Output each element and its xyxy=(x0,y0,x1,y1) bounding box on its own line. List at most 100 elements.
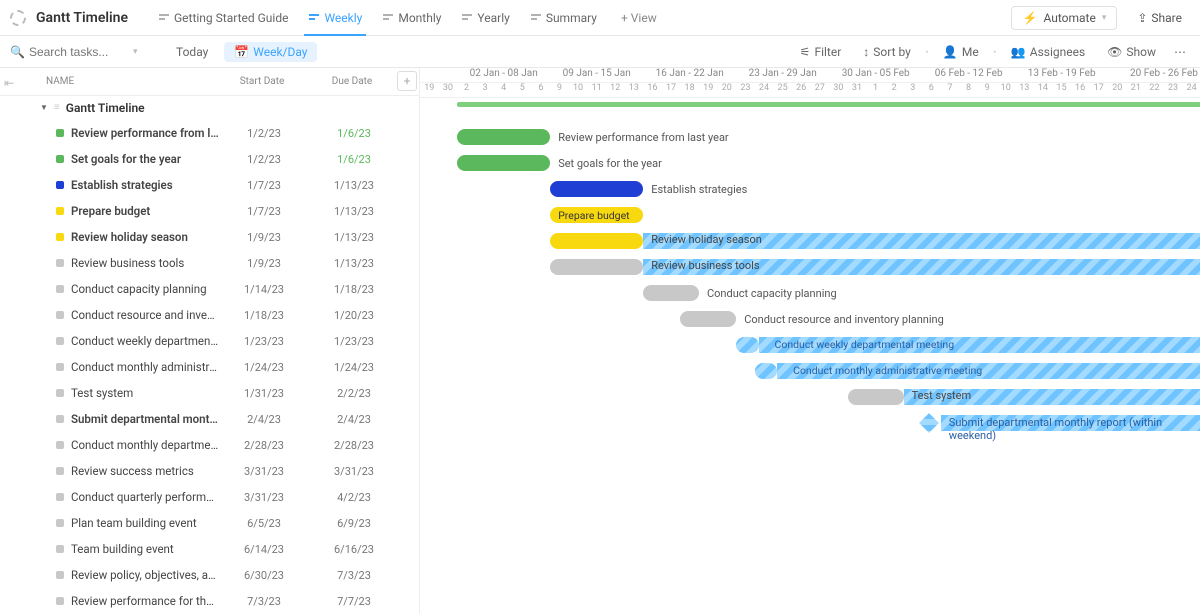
task-row[interactable]: Review performance from last year1/2/231… xyxy=(0,120,419,146)
task-row[interactable]: Test system1/31/232/2/23 xyxy=(0,380,419,406)
summary-bar[interactable] xyxy=(457,102,1200,107)
task-row[interactable]: Conduct weekly departmental me...1/23/23… xyxy=(0,328,419,354)
start-date[interactable]: 3/31/23 xyxy=(219,491,309,504)
status-dot xyxy=(56,311,64,319)
add-view-button[interactable]: + View xyxy=(611,11,667,25)
task-row[interactable]: Establish strategies1/7/231/13/23 xyxy=(0,172,419,198)
today-button[interactable]: Today xyxy=(166,42,218,62)
task-row[interactable]: Review holiday season1/9/231/13/23 xyxy=(0,224,419,250)
due-date[interactable]: 2/2/23 xyxy=(309,387,399,400)
milestone-diamond[interactable] xyxy=(919,413,939,433)
due-date[interactable]: 1/13/23 xyxy=(309,231,399,244)
task-row[interactable]: Conduct capacity planning1/14/231/18/23 xyxy=(0,276,419,302)
group-row[interactable]: ▼ ≡ Gantt Timeline xyxy=(0,96,419,120)
gantt-bar[interactable]: Set goals for the year xyxy=(457,155,550,171)
start-date[interactable]: 1/14/23 xyxy=(219,283,309,296)
task-row[interactable]: Conduct quarterly performance m...3/31/2… xyxy=(0,484,419,510)
due-date[interactable]: 6/9/23 xyxy=(309,517,399,530)
start-date[interactable]: 2/28/23 xyxy=(219,439,309,452)
start-date[interactable]: 1/2/23 xyxy=(219,127,309,140)
start-date[interactable]: 6/14/23 xyxy=(219,543,309,556)
more-menu[interactable]: ⋯ xyxy=(1170,45,1190,59)
gantt-bar[interactable] xyxy=(755,363,777,379)
sort-button[interactable]: ↕Sort by xyxy=(855,45,919,59)
start-date[interactable]: 1/9/23 xyxy=(219,257,309,270)
caret-down-icon[interactable]: ▼ xyxy=(40,103,48,112)
due-date[interactable]: 7/7/23 xyxy=(309,595,399,608)
start-date[interactable]: 6/30/23 xyxy=(219,569,309,582)
chevron-down-icon[interactable]: ▾ xyxy=(133,47,138,57)
gantt-bar[interactable] xyxy=(736,337,758,353)
task-row[interactable]: Plan team building event6/5/236/9/23 xyxy=(0,510,419,536)
task-row[interactable]: Set goals for the year1/2/231/6/23 xyxy=(0,146,419,172)
gantt-panel[interactable]: 02 Jan - 08 Jan09 Jan - 15 Jan16 Jan - 2… xyxy=(420,68,1200,614)
due-date[interactable]: 1/23/23 xyxy=(309,335,399,348)
tab-monthly[interactable]: Monthly xyxy=(372,0,451,36)
due-date[interactable]: 4/2/23 xyxy=(309,491,399,504)
status-dot xyxy=(56,285,64,293)
start-date[interactable]: 1/7/23 xyxy=(219,205,309,218)
due-date[interactable]: 1/13/23 xyxy=(309,179,399,192)
due-date[interactable]: 1/6/23 xyxy=(309,153,399,166)
due-date[interactable]: 1/13/23 xyxy=(309,205,399,218)
me-button[interactable]: 👤Me xyxy=(935,45,987,59)
due-date[interactable]: 1/6/23 xyxy=(309,127,399,140)
task-row[interactable]: Prepare budget1/7/231/13/23 xyxy=(0,198,419,224)
column-start-date[interactable]: Start Date xyxy=(217,76,307,87)
start-date[interactable]: 1/18/23 xyxy=(219,309,309,322)
start-date[interactable]: 2/4/23 xyxy=(219,413,309,426)
due-date[interactable]: 3/31/23 xyxy=(309,465,399,478)
task-row[interactable]: Team building event6/14/236/16/23 xyxy=(0,536,419,562)
add-column-button[interactable]: + xyxy=(397,71,417,91)
due-date[interactable]: 1/13/23 xyxy=(309,257,399,270)
task-row[interactable]: Submit departmental monthly re...2/4/232… xyxy=(0,406,419,432)
due-date[interactable]: 2/28/23 xyxy=(309,439,399,452)
gantt-bar[interactable]: Prepare budget xyxy=(550,207,643,223)
filter-button[interactable]: ⚟Filter xyxy=(792,45,850,59)
due-date[interactable]: 2/4/23 xyxy=(309,413,399,426)
start-date[interactable]: 1/31/23 xyxy=(219,387,309,400)
column-due-date[interactable]: Due Date xyxy=(307,76,397,87)
start-date[interactable]: 1/24/23 xyxy=(219,361,309,374)
gantt-bar[interactable]: Conduct resource and inventory planning xyxy=(680,311,736,327)
tab-getting-started-guide[interactable]: Getting Started Guide xyxy=(148,0,298,36)
due-date[interactable]: 1/20/23 xyxy=(309,309,399,322)
start-date[interactable]: 7/3/23 xyxy=(219,595,309,608)
show-button[interactable]: 👁Show xyxy=(1099,45,1164,59)
gantt-bar[interactable] xyxy=(848,389,904,405)
start-date[interactable]: 1/9/23 xyxy=(219,231,309,244)
share-button[interactable]: ⇪ Share xyxy=(1129,7,1190,29)
view-icon xyxy=(461,12,473,24)
start-date[interactable]: 1/7/23 xyxy=(219,179,309,192)
tab-weekly[interactable]: Weekly xyxy=(298,0,372,36)
start-date[interactable]: 3/31/23 xyxy=(219,465,309,478)
assignees-button[interactable]: 👥Assignees xyxy=(1003,45,1093,59)
task-name: Conduct monthly departmental m... xyxy=(71,438,219,452)
gantt-bar[interactable]: Conduct capacity planning xyxy=(643,285,699,301)
task-row[interactable]: Review success metrics3/31/233/31/23 xyxy=(0,458,419,484)
gantt-bar[interactable] xyxy=(550,259,643,275)
task-row[interactable]: Review business tools1/9/231/13/23 xyxy=(0,250,419,276)
due-date[interactable]: 6/16/23 xyxy=(309,543,399,556)
tab-summary[interactable]: Summary xyxy=(520,0,607,36)
start-date[interactable]: 6/5/23 xyxy=(219,517,309,530)
due-date[interactable]: 1/24/23 xyxy=(309,361,399,374)
tab-yearly[interactable]: Yearly xyxy=(451,0,519,36)
task-row[interactable]: Conduct monthly departmental m...2/28/23… xyxy=(0,432,419,458)
automate-button[interactable]: ⚡ Automate ▾ xyxy=(1011,6,1117,30)
start-date[interactable]: 1/2/23 xyxy=(219,153,309,166)
task-row[interactable]: Conduct monthly administrative m...1/24/… xyxy=(0,354,419,380)
gantt-bar-label: Conduct resource and inventory planning xyxy=(744,313,944,326)
task-row[interactable]: Review performance for the last 6 ...7/3… xyxy=(0,588,419,614)
gantt-bar[interactable] xyxy=(550,233,643,249)
start-date[interactable]: 1/23/23 xyxy=(219,335,309,348)
due-date[interactable]: 1/18/23 xyxy=(309,283,399,296)
gantt-bar[interactable]: Review performance from last year xyxy=(457,129,550,145)
task-row[interactable]: Review policy, objectives, and busi...6/… xyxy=(0,562,419,588)
week-day-toggle[interactable]: 📅 Week/Day xyxy=(224,42,317,62)
task-row[interactable]: Conduct resource and inventory pl...1/18… xyxy=(0,302,419,328)
column-name[interactable]: NAME xyxy=(0,76,217,87)
gantt-bar[interactable]: Establish strategies xyxy=(550,181,643,197)
search-input[interactable] xyxy=(29,45,129,59)
due-date[interactable]: 7/3/23 xyxy=(309,569,399,582)
